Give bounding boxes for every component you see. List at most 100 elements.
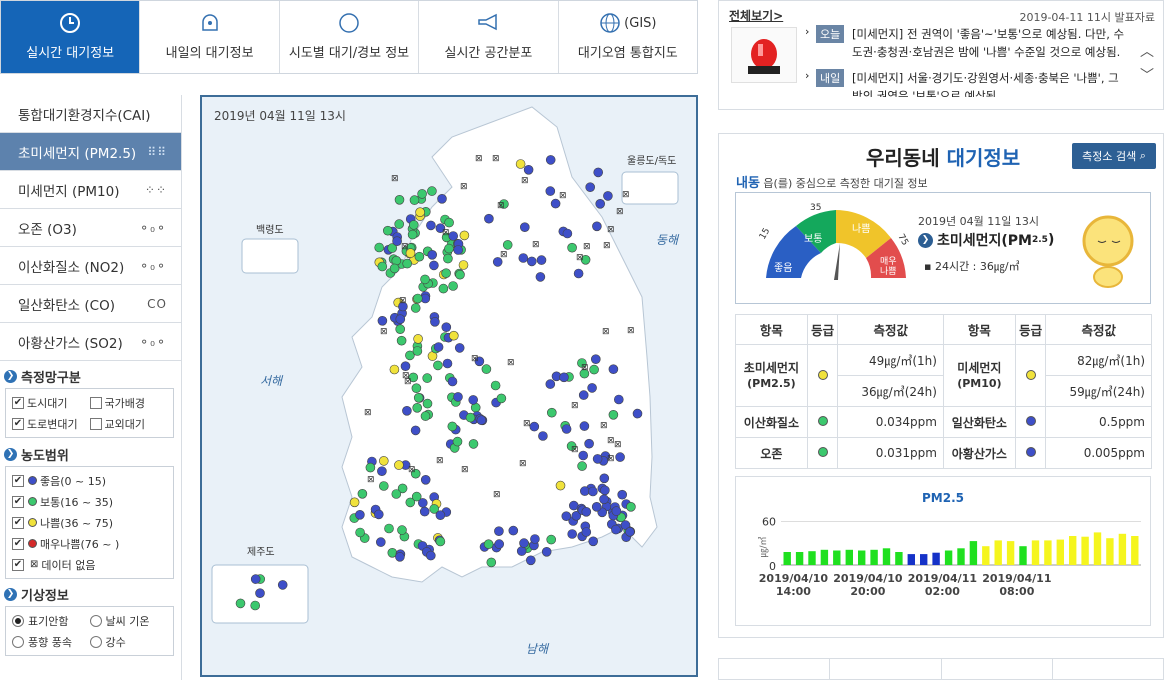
- station-marker: [599, 473, 610, 484]
- checkbox[interactable]: [89, 396, 102, 409]
- radio[interactable]: [89, 614, 102, 627]
- checkbox[interactable]: ✔: [12, 537, 24, 550]
- range-section-title: ❯ 농도범위: [0, 442, 181, 466]
- no-data-marker: ⊠: [460, 182, 468, 192]
- network-options: ✔ 도시대기 국가배경 ✔ 도로변대기 교외대기: [5, 388, 174, 438]
- menu-item-1[interactable]: 통합대기환경지수(CAI): [0, 95, 181, 133]
- radio[interactable]: [12, 635, 24, 648]
- weather-option[interactable]: 풍향 풍속: [12, 631, 90, 652]
- chart-bar: [920, 554, 928, 565]
- grade-cell: [806, 406, 839, 438]
- chart-bar: [994, 540, 1002, 565]
- quick-link-4[interactable]: [1053, 659, 1163, 679]
- menu-item-2[interactable]: 초미세먼지 (PM2.5) ⠿⠿: [0, 133, 181, 171]
- range-option[interactable]: ✔ 나쁨(36 ~ 75): [12, 512, 167, 533]
- level-dot-icon: [28, 497, 37, 506]
- station-marker: [427, 186, 437, 196]
- level-dot-icon: [28, 518, 37, 527]
- station-marker: [555, 480, 566, 491]
- network-option[interactable]: 교외대기: [89, 413, 168, 434]
- chart-bar: [957, 548, 965, 565]
- no-data-marker: ⊠: [461, 465, 469, 475]
- column-header: 항목: [735, 314, 808, 345]
- no-data-marker: ⊠: [380, 327, 388, 337]
- chart-bar: [1081, 536, 1089, 565]
- chart-bar: [932, 552, 940, 565]
- station-marker: [608, 409, 619, 420]
- scroll-up-icon[interactable]: ︿: [1140, 41, 1154, 61]
- gauge-normal-label: 보통: [804, 233, 822, 245]
- station-marker: [433, 342, 444, 352]
- no-data-marker: ⊠: [576, 253, 584, 263]
- station-marker: [567, 529, 578, 539]
- network-option[interactable]: 국가배경: [89, 392, 168, 413]
- station-marker: [523, 165, 534, 175]
- range-option[interactable]: ✔ 보통(16 ~ 35): [12, 491, 167, 512]
- tomorrow-forecast-text[interactable]: [미세먼지] 서울·경기도·강원영서·세종·충북은 '나쁨', 그 밖의 권역은…: [852, 69, 1132, 97]
- quick-link-3[interactable]: [942, 659, 1053, 679]
- search-icon: ⌕: [1139, 149, 1146, 162]
- tab-1[interactable]: 실시간 대기정보: [1, 1, 141, 73]
- checkbox[interactable]: [89, 417, 102, 430]
- weather-option[interactable]: 강수: [89, 631, 168, 652]
- gauge-tick-15: 15: [758, 227, 772, 242]
- air-quality-map[interactable]: 2019년 04월 11일 13시 ⊠ ⊠ ⊠ ⊠ ⊠ ⊠ ⊠ ⊠ ⊠ ⊠ ⊠ ⊠ ⊠ ⊠ ⊠ ⊠ ⊠ ⊠ ⊠ ⊠ ⊠ ⊠…: [200, 95, 698, 677]
- radio[interactable]: [89, 635, 102, 648]
- menu-item-7[interactable]: 아황산가스 (SO2) ⚬₀⚬: [0, 323, 181, 361]
- station-marker: [581, 527, 592, 537]
- menu-item-6[interactable]: 일산화탄소 (CO) CO: [0, 285, 181, 323]
- checkbox[interactable]: ✔: [12, 495, 24, 508]
- gauge-pollutant: ❯ 초미세먼지(PM 2.5): [918, 230, 1054, 250]
- column-header: 측정값: [1045, 314, 1152, 345]
- south-sea-label: 남해: [526, 642, 550, 656]
- tab-3[interactable]: 시도별 대기/경보 정보: [280, 1, 420, 73]
- station-marker: [530, 534, 540, 544]
- radio[interactable]: [12, 614, 24, 627]
- tab-4[interactable]: 실시간 공간분포: [419, 1, 559, 73]
- today-forecast-text[interactable]: [미세먼지] 전 권역이 '좋음'~'보통'으로 예상됨. 다만, 수도권·충청…: [852, 25, 1132, 61]
- quick-link-1[interactable]: [719, 659, 831, 679]
- menu-item-3[interactable]: 미세먼지 (PM10) ⁘⁘: [0, 171, 181, 209]
- menu-item-4[interactable]: 오존 (O3) ⚬₀⚬: [0, 209, 181, 247]
- grade-cell: [1014, 437, 1047, 469]
- station-marker: [411, 383, 422, 394]
- weather-option[interactable]: 표기안함: [12, 610, 90, 631]
- gauge-timestamp: 2019년 04월 11일 13시: [918, 215, 1039, 228]
- ulleung-inset: [621, 171, 679, 205]
- checkbox[interactable]: ✔: [12, 516, 24, 529]
- tab-5[interactable]: (GIS) 대기오염 통합지도: [559, 1, 697, 73]
- svg-text:나쁨: 나쁨: [880, 266, 897, 277]
- chart-bar: [1031, 540, 1040, 565]
- station-marker: [410, 303, 421, 313]
- range-option[interactable]: ✔ ⊠ 데이터 없음: [12, 554, 167, 575]
- checkbox[interactable]: ✔: [12, 396, 24, 409]
- station-marker: [579, 486, 590, 496]
- scroll-down-icon[interactable]: ﹀: [1140, 65, 1154, 85]
- station-marker: [394, 460, 404, 470]
- menu-item-5[interactable]: 이산화질소 (NO2) ⚬₀⚬: [0, 247, 181, 285]
- tab-2[interactable]: 내일의 대기정보: [140, 1, 280, 73]
- map-canvas[interactable]: ⊠⊠⊠⊠⊠⊠ ⊠⊠⊠⊠⊠⊠⊠⊠⊠⊠⊠⊠⊠⊠⊠⊠⊠⊠⊠⊠⊠⊠⊠⊠⊠⊠⊠⊠⊠⊠⊠⊠⊠⊠…: [202, 97, 696, 675]
- aqi-gauge: 좋음 보통 나쁨 매우 나쁨 15 35 75: [758, 203, 910, 280]
- checkbox[interactable]: ✔: [12, 558, 24, 571]
- station-search-button[interactable]: 측정소 검색 ⌕: [1072, 143, 1156, 169]
- range-option[interactable]: ✔ 매우나쁨(76 ~ ): [12, 533, 167, 554]
- tab-label: 대기오염 통합지도: [577, 46, 678, 61]
- station-marker: [468, 395, 479, 405]
- range-option[interactable]: ✔ 좋음(0 ~ 15): [12, 470, 167, 491]
- view-all-link[interactable]: 전체보기>: [729, 7, 783, 24]
- quick-link-2[interactable]: [830, 659, 942, 679]
- station-marker: [444, 243, 454, 254]
- checkbox[interactable]: ✔: [12, 474, 24, 487]
- station-marker: [374, 509, 384, 520]
- network-option[interactable]: ✔ 도시대기: [12, 392, 90, 413]
- station-marker: [508, 525, 519, 536]
- network-option[interactable]: ✔ 도로변대기: [12, 413, 90, 434]
- mascot-icon: [1082, 215, 1134, 288]
- weather-option[interactable]: 날씨 기온: [89, 610, 168, 631]
- station-marker: [379, 481, 389, 491]
- station-marker: [250, 574, 261, 584]
- station-marker: [617, 489, 628, 500]
- checkbox[interactable]: ✔: [12, 417, 24, 430]
- west-sea-label: 서해: [260, 374, 284, 388]
